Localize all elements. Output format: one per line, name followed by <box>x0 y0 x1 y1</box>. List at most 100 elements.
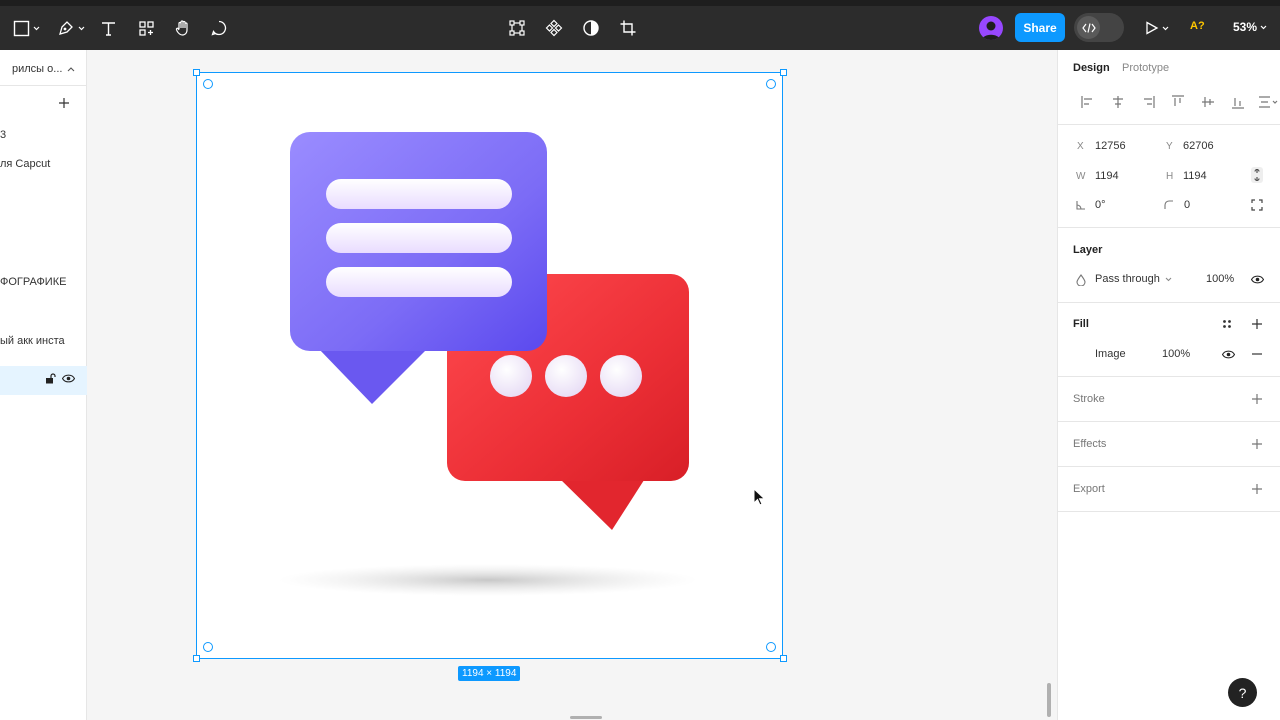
page-item[interactable]: ля Capcut <box>0 158 50 170</box>
x-input[interactable]: 12756 <box>1095 140 1126 152</box>
figma-app: Share A? 53% рилсы о... 3 ля Capcut ФОГР… <box>0 0 1280 720</box>
edit-object-button[interactable] <box>508 16 526 40</box>
width-input[interactable]: 1194 <box>1095 170 1119 182</box>
align-right-button[interactable] <box>1133 94 1163 110</box>
resources-icon <box>139 20 154 36</box>
mask-button[interactable] <box>582 16 600 40</box>
export-section-title: Export <box>1073 483 1105 495</box>
page-item[interactable]: ФОГРАФИКЕ <box>0 276 66 288</box>
align-bottom-icon <box>1232 98 1244 109</box>
zoom-dropdown[interactable]: 53% <box>1233 20 1267 34</box>
distribute-button[interactable] <box>1253 94 1280 110</box>
pages-dropdown[interactable]: рилсы о... <box>12 63 75 75</box>
vector-edit-icon <box>509 20 525 36</box>
missing-fonts-button[interactable]: A? <box>1190 20 1205 32</box>
tab-prototype[interactable]: Prototype <box>1122 62 1169 74</box>
crop-icon <box>620 20 636 36</box>
w-label: W <box>1076 171 1086 182</box>
resize-handle-bottom-left[interactable] <box>193 655 200 662</box>
zoom-value: 53% <box>1233 20 1258 34</box>
text-tool-button[interactable] <box>100 16 117 40</box>
add-page-button[interactable] <box>57 96 71 110</box>
divider <box>0 85 87 86</box>
eye-icon[interactable] <box>62 374 75 383</box>
selected-layer-row[interactable] <box>0 366 87 395</box>
component-button[interactable] <box>545 16 563 40</box>
fill-styles-button[interactable] <box>1220 317 1234 331</box>
resources-tool-button[interactable] <box>138 16 155 40</box>
align-top-icon <box>1172 95 1184 106</box>
user-avatar[interactable] <box>979 16 1003 40</box>
component-icon <box>545 19 563 37</box>
add-export-button[interactable] <box>1250 482 1264 496</box>
vertical-scrollbar[interactable] <box>1047 683 1051 717</box>
align-right-icon <box>1144 96 1155 108</box>
hand-tool-button[interactable] <box>174 16 192 40</box>
height-input[interactable]: 1194 <box>1183 170 1207 182</box>
drop-shadow <box>278 564 698 596</box>
styles-icon <box>1223 320 1231 328</box>
fill-type[interactable]: Image <box>1095 348 1126 360</box>
share-button[interactable]: Share <box>1015 13 1065 42</box>
layer-visibility-button[interactable] <box>1250 272 1264 286</box>
constrain-proportions-button[interactable] <box>1250 167 1264 183</box>
corner-radius-handle[interactable] <box>203 642 213 652</box>
layers-panel: рилсы о... 3 ля Capcut ФОГРАФИКЕ ый акк … <box>0 50 87 720</box>
resize-handle-top-right[interactable] <box>780 69 787 76</box>
add-effect-button[interactable] <box>1250 437 1264 451</box>
align-top-button[interactable] <box>1163 94 1193 110</box>
align-left-button[interactable] <box>1073 94 1103 110</box>
corner-radius-handle[interactable] <box>766 642 776 652</box>
divider <box>1058 124 1280 125</box>
dev-mode-toggle[interactable] <box>1074 13 1124 42</box>
blend-mode-dropdown[interactable]: Pass through <box>1095 273 1172 285</box>
remove-fill-button[interactable] <box>1250 347 1264 361</box>
eye-icon <box>1250 275 1264 283</box>
corner-radius-handle[interactable] <box>203 79 213 89</box>
fill-opacity-input[interactable]: 100% <box>1162 348 1190 360</box>
tab-design[interactable]: Design <box>1073 62 1110 74</box>
chevron-down-icon <box>1162 26 1169 30</box>
pen-tool-button[interactable] <box>57 16 85 40</box>
chevron-down-icon <box>1165 277 1172 281</box>
unlock-icon[interactable] <box>45 373 56 384</box>
divider <box>1058 227 1280 228</box>
resize-handle-top-left[interactable] <box>193 69 200 76</box>
alignment-toolbar <box>1073 94 1280 110</box>
blend-mode-icon <box>1074 273 1088 287</box>
fill-visibility-button[interactable] <box>1221 347 1235 361</box>
chevron-down-icon <box>33 26 40 30</box>
add-fill-button[interactable] <box>1250 317 1264 331</box>
page-item[interactable]: 3 <box>0 129 6 141</box>
corner-radius-handle[interactable] <box>766 79 776 89</box>
frame-tool-button[interactable] <box>13 16 40 40</box>
add-stroke-button[interactable] <box>1250 392 1264 406</box>
help-button[interactable]: ? <box>1228 678 1257 707</box>
properties-panel: Design Prototype X 12756 Y 62706 W 1194 … <box>1057 50 1280 720</box>
align-horizontal-center-button[interactable] <box>1103 94 1133 110</box>
divider <box>1058 421 1280 422</box>
h-label: H <box>1166 171 1174 182</box>
chevron-up-icon <box>68 66 75 71</box>
horizontal-scrollbar[interactable] <box>570 716 602 719</box>
page-item[interactable]: ый акк инста <box>0 335 65 347</box>
y-input[interactable]: 62706 <box>1183 140 1214 152</box>
independent-corners-button[interactable] <box>1250 198 1264 212</box>
layer-opacity-input[interactable]: 100% <box>1206 273 1234 285</box>
present-button[interactable] <box>1145 16 1169 40</box>
corner-radius-input[interactable]: 0 <box>1184 199 1190 211</box>
top-toolbar: Share A? 53% <box>0 0 1280 50</box>
align-center-icon <box>1113 96 1123 108</box>
effects-section-title: Effects <box>1073 438 1107 450</box>
rotation-input[interactable]: 0° <box>1095 199 1106 211</box>
chevron-down-icon <box>78 26 85 30</box>
align-vertical-center-button[interactable] <box>1193 94 1223 110</box>
plus-icon <box>1252 319 1262 329</box>
y-label: Y <box>1166 141 1173 152</box>
contrast-icon <box>583 20 599 36</box>
crop-button[interactable] <box>619 16 637 40</box>
comment-tool-button[interactable] <box>210 16 228 40</box>
align-bottom-button[interactable] <box>1223 94 1253 110</box>
mouse-cursor-icon <box>753 488 766 506</box>
resize-handle-bottom-right[interactable] <box>780 655 787 662</box>
